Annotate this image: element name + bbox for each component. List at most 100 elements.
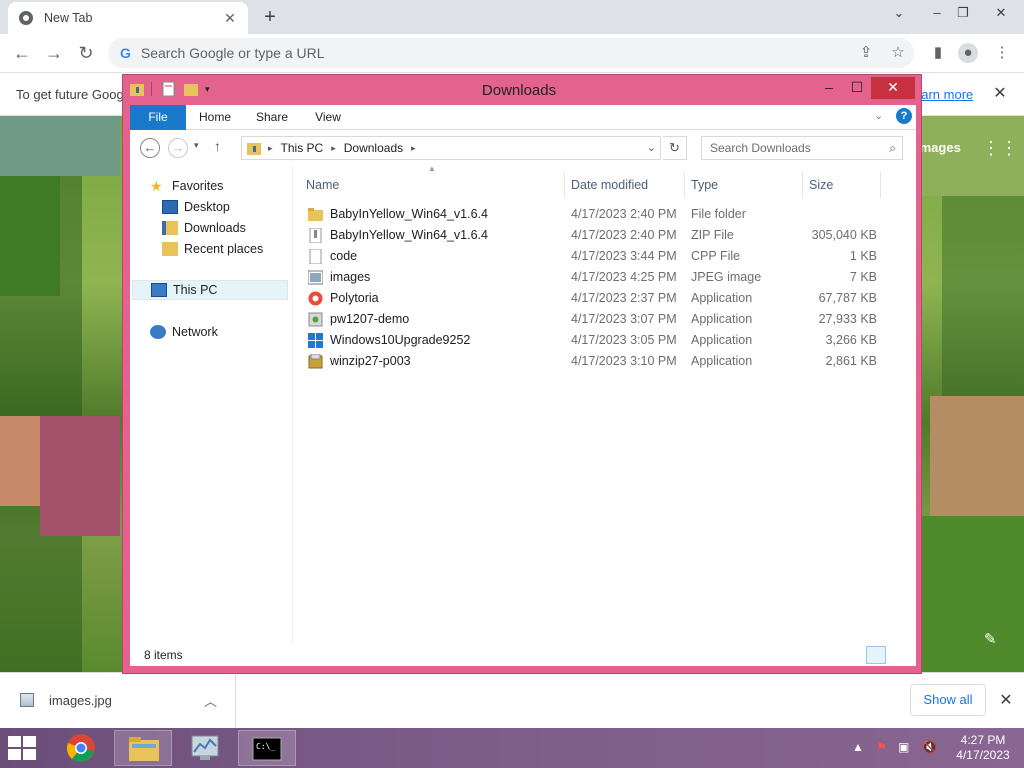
- network-icon[interactable]: ▣: [898, 740, 909, 754]
- text-file-icon: [308, 248, 323, 265]
- new-tab-button[interactable]: +: [260, 7, 280, 27]
- nav-network[interactable]: Network: [150, 322, 218, 342]
- file-row[interactable]: Windows10Upgrade9252 4/17/2023 3:05 PM App…: [300, 330, 900, 351]
- address-dropdown-chevron-icon[interactable]: ⌄: [647, 141, 656, 154]
- download-item[interactable]: images.jpg ︿: [0, 673, 236, 729]
- reload-icon[interactable]: ↻: [74, 41, 98, 65]
- omnibox[interactable]: G Search Google or type a URL: [108, 38, 914, 68]
- column-header-type[interactable]: Type: [685, 172, 803, 198]
- explorer-minimize-button[interactable]: –: [819, 77, 839, 99]
- browser-tab-new-tab[interactable]: New Tab ✕: [8, 2, 248, 34]
- nav-desktop[interactable]: Desktop: [162, 197, 230, 217]
- file-row[interactable]: code 4/17/2023 3:44 PM CPP File 1 KB: [300, 246, 900, 267]
- close-window-button[interactable]: ✕: [988, 3, 1014, 23]
- column-header-date[interactable]: Date modified: [565, 172, 685, 198]
- breadcrumb-this-pc[interactable]: This PC: [281, 141, 324, 155]
- back-arrow-icon[interactable]: ←: [10, 41, 34, 65]
- tab-search-chevron-icon[interactable]: ⌄: [886, 3, 912, 23]
- file-row[interactable]: BabyInYellow_Win64_v1.6.4 4/17/2023 2:40 …: [300, 204, 900, 225]
- refresh-icon[interactable]: ↻: [663, 136, 687, 160]
- nav-favorites[interactable]: ★ Favorites: [150, 176, 223, 196]
- file-name: BabyInYellow_Win64_v1.6.4: [330, 228, 488, 242]
- taskbar-chrome-button[interactable]: [52, 730, 110, 766]
- file-row[interactable]: images 4/17/2023 4:25 PM JPEG image 7 KB: [300, 267, 900, 288]
- minimize-button[interactable]: –: [924, 3, 950, 23]
- nav-favorites-label: Favorites: [172, 179, 224, 193]
- ribbon-tab-file[interactable]: File: [130, 105, 186, 130]
- taskbar-clock[interactable]: 4:27 PM 4/17/2023: [948, 733, 1018, 763]
- ribbon-tab-share[interactable]: Share: [252, 105, 292, 130]
- profile-avatar-icon[interactable]: ●: [958, 43, 978, 63]
- file-row[interactable]: pw1207-demo 4/17/2023 3:07 PM Application 2…: [300, 309, 900, 330]
- explorer-forward-icon[interactable]: →: [168, 138, 188, 158]
- search-downloads-input[interactable]: Search Downloads ⌕: [701, 136, 903, 160]
- column-header-name[interactable]: Name: [300, 172, 565, 198]
- side-panel-icon[interactable]: ▮: [928, 43, 948, 63]
- taskbar-file-explorer-button[interactable]: [114, 730, 172, 766]
- forward-arrow-icon[interactable]: →: [42, 41, 66, 65]
- up-arrow-icon[interactable]: ↑: [214, 138, 221, 154]
- explorer-maximize-button[interactable]: ☐: [847, 77, 867, 99]
- nav-recent-places[interactable]: Recent places: [162, 239, 263, 259]
- explorer-back-icon[interactable]: ←: [140, 138, 160, 158]
- explorer-title-bar[interactable]: ▾ Downloads – ☐ ✕: [123, 75, 921, 105]
- file-size: 7 KB: [849, 270, 877, 284]
- file-type: Application: [691, 333, 753, 347]
- learn-more-link[interactable]: earn more: [914, 87, 973, 102]
- nav-downloads[interactable]: Downloads: [162, 218, 246, 238]
- clock-date: 4/17/2023: [956, 748, 1010, 762]
- file-name: winzip27-p003: [330, 354, 411, 368]
- file-row[interactable]: winzip27-p003 4/17/2023 3:10 PM Applicatio…: [300, 351, 900, 372]
- item-count: 8 items: [144, 648, 183, 662]
- bookmark-star-icon[interactable]: ☆: [888, 43, 908, 63]
- pane-divider: [292, 166, 293, 644]
- images-link[interactable]: Images: [916, 140, 961, 155]
- menu-kebab-icon[interactable]: ⋮: [992, 43, 1012, 63]
- large-icons-view-icon[interactable]: [890, 646, 910, 664]
- column-header-size[interactable]: Size: [803, 172, 881, 198]
- breadcrumb-downloads[interactable]: Downloads: [344, 141, 403, 155]
- explorer-close-button[interactable]: ✕: [871, 77, 915, 99]
- recent-locations-chevron-icon[interactable]: ▾: [194, 140, 199, 151]
- nav-this-pc[interactable]: This PC: [132, 280, 288, 300]
- installer-app-icon: [308, 312, 323, 327]
- show-all-button[interactable]: Show all: [910, 684, 986, 716]
- bg-block: [40, 416, 120, 536]
- file-name: Polytoria: [330, 291, 379, 305]
- volume-muted-icon[interactable]: 🔇: [922, 740, 937, 754]
- taskbar-command-prompt-button[interactable]: C:\_: [238, 730, 296, 766]
- downloads-folder-icon: [247, 143, 261, 155]
- chevron-up-icon[interactable]: ︿: [204, 691, 217, 710]
- file-row[interactable]: Polytoria 4/17/2023 2:37 PM Application 67,…: [300, 288, 900, 309]
- action-center-flag-icon[interactable]: ⚑: [876, 740, 887, 754]
- chrome-icon: [19, 11, 33, 25]
- customize-pencil-icon[interactable]: ✎: [984, 630, 997, 648]
- clock-time: 4:27 PM: [960, 733, 1006, 747]
- details-view-icon[interactable]: [866, 646, 886, 664]
- recent-places-icon: [162, 242, 178, 256]
- tray-overflow-chevron-icon[interactable]: ▲: [852, 740, 864, 754]
- help-icon[interactable]: ?: [896, 108, 912, 124]
- ribbon-tab-view[interactable]: View: [310, 105, 346, 130]
- taskbar: C:\_ ▲ ⚑ ▣ 🔇 4:27 PM 4/17/2023: [0, 728, 1024, 768]
- file-name: images: [330, 270, 371, 284]
- explorer-title: Downloads: [481, 82, 557, 99]
- omnibox-placeholder: Search Google or type a URL: [140, 45, 325, 61]
- file-list: ▲ Name Date modified Type Size BabyInYel…: [300, 164, 916, 666]
- shelf-close-icon[interactable]: ✕: [996, 690, 1016, 710]
- file-date-modified: 4/17/2023 3:05 PM: [571, 333, 677, 347]
- address-bar[interactable]: ▸ This PC ▸ Downloads ▸ ⌄: [241, 136, 661, 160]
- ribbon-tab-home[interactable]: Home: [194, 105, 236, 130]
- restore-button[interactable]: ❐: [950, 3, 976, 23]
- ribbon-expand-chevron-icon[interactable]: ⌄: [874, 109, 883, 122]
- computer-icon: [151, 283, 167, 297]
- share-icon[interactable]: ⇪: [856, 43, 876, 63]
- windows-start-icon[interactable]: [8, 736, 38, 760]
- tab-close-icon[interactable]: ✕: [222, 10, 238, 26]
- taskbar-task-manager-button[interactable]: [176, 730, 234, 766]
- google-apps-grid-icon[interactable]: ⋮⋮⋮: [982, 138, 1024, 159]
- file-size: 2,861 KB: [825, 354, 877, 368]
- infobar-close-icon[interactable]: ✕: [990, 83, 1010, 103]
- file-row[interactable]: BabyInYellow_Win64_v1.6.4 4/17/2023 2:40 …: [300, 225, 900, 246]
- file-size: 3,266 KB: [825, 333, 877, 347]
